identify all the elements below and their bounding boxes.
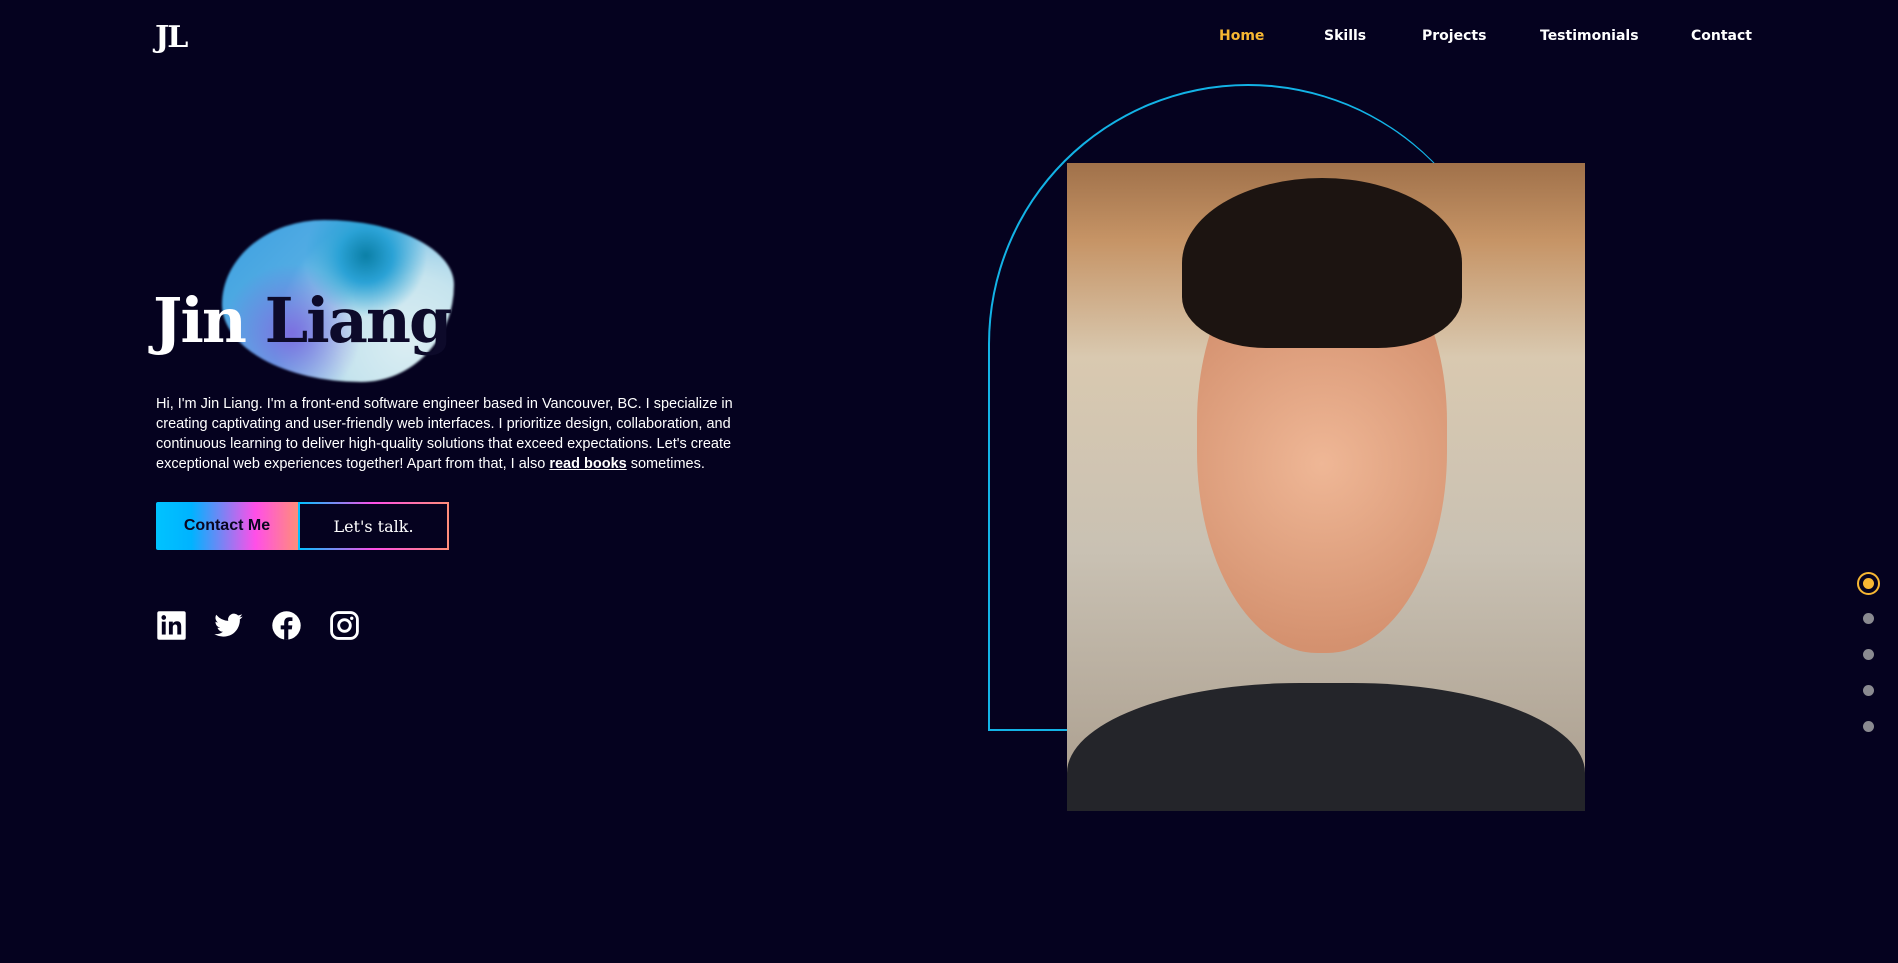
decorative-arch-base bbox=[988, 729, 1068, 731]
section-dot-home[interactable] bbox=[1857, 572, 1880, 595]
nav-contact[interactable]: Contact bbox=[1691, 28, 1752, 44]
twitter-icon[interactable] bbox=[213, 610, 244, 641]
hero-name: Jin Liang bbox=[153, 290, 452, 352]
first-name: Jin bbox=[153, 284, 247, 357]
photo-hair bbox=[1182, 178, 1462, 348]
section-dot-contact[interactable] bbox=[1863, 721, 1874, 732]
section-dot-projects[interactable] bbox=[1863, 649, 1874, 660]
linkedin-icon[interactable] bbox=[156, 610, 187, 641]
nav-home[interactable]: Home bbox=[1219, 28, 1264, 44]
nav-skills[interactable]: Skills bbox=[1324, 28, 1366, 44]
logo[interactable]: JL bbox=[155, 20, 188, 55]
read-books-link[interactable]: read books bbox=[549, 456, 626, 472]
photo-shirt bbox=[1067, 683, 1585, 811]
nav-projects[interactable]: Projects bbox=[1422, 28, 1486, 44]
nav-testimonials[interactable]: Testimonials bbox=[1540, 28, 1639, 44]
facebook-icon[interactable] bbox=[271, 610, 302, 641]
last-name: Liang bbox=[264, 284, 453, 357]
section-dot-skills[interactable] bbox=[1863, 613, 1874, 624]
intro-text: Hi, I'm Jin Liang. I'm a front-end softw… bbox=[156, 394, 746, 474]
contact-me-button[interactable]: Contact Me bbox=[156, 502, 298, 550]
intro-after: sometimes. bbox=[626, 456, 705, 472]
lets-talk-button[interactable]: Let's talk. bbox=[298, 502, 449, 550]
section-dot-testimonials[interactable] bbox=[1863, 685, 1874, 696]
instagram-icon[interactable] bbox=[329, 610, 360, 641]
profile-photo bbox=[1067, 163, 1585, 811]
